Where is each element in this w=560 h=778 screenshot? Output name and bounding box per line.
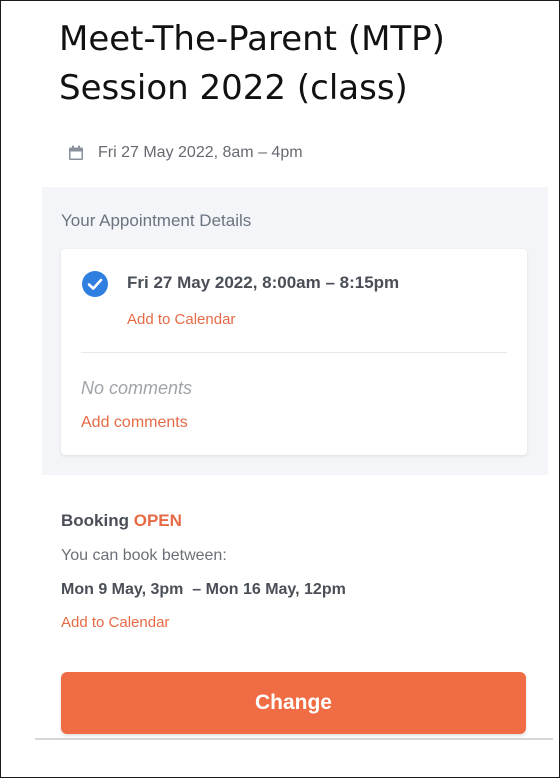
appointment-details-heading: Your Appointment Details	[61, 211, 252, 230]
page-title: Meet-The-Parent (MTP) Session 2022 (clas…	[59, 15, 539, 113]
card-divider	[81, 352, 507, 353]
booking-add-to-calendar-link[interactable]: Add to Calendar	[61, 614, 169, 631]
change-button[interactable]: Change	[61, 672, 526, 734]
page-title-line-2: Session 2022 (class)	[59, 68, 408, 108]
event-date-row: Fri 27 May 2022, 8am – 4pm	[68, 141, 303, 165]
booking-window-label: You can book between:	[61, 547, 227, 564]
booking-section: Booking OPEN You can book between: Mon 9…	[61, 509, 521, 631]
check-circle-icon	[81, 270, 109, 298]
page-frame: Meet-The-Parent (MTP) Session 2022 (clas…	[0, 0, 560, 778]
appointment-card: Fri 27 May 2022, 8:00am – 8:15pm Add to …	[61, 249, 527, 455]
page-title-line-1: Meet-The-Parent (MTP)	[59, 19, 445, 59]
booking-status-badge: OPEN	[133, 511, 182, 530]
add-comments-link[interactable]: Add comments	[81, 414, 188, 432]
appointment-time: Fri 27 May 2022, 8:00am – 8:15pm	[127, 273, 400, 292]
event-date-range: Fri 27 May 2022, 8am – 4pm	[98, 144, 303, 161]
calendar-icon	[68, 145, 84, 161]
appointment-add-to-calendar-link[interactable]: Add to Calendar	[127, 311, 235, 328]
booking-window-range: Mon 9 May, 3pm – Mon 16 May, 12pm	[61, 581, 346, 598]
footer-divider	[35, 738, 553, 740]
appointment-details-section: Your Appointment Details Fri 27 May 2022…	[42, 187, 548, 475]
comments-placeholder: No comments	[81, 378, 193, 398]
booking-status: Booking OPEN	[61, 509, 521, 533]
booking-label: Booking	[61, 511, 129, 530]
